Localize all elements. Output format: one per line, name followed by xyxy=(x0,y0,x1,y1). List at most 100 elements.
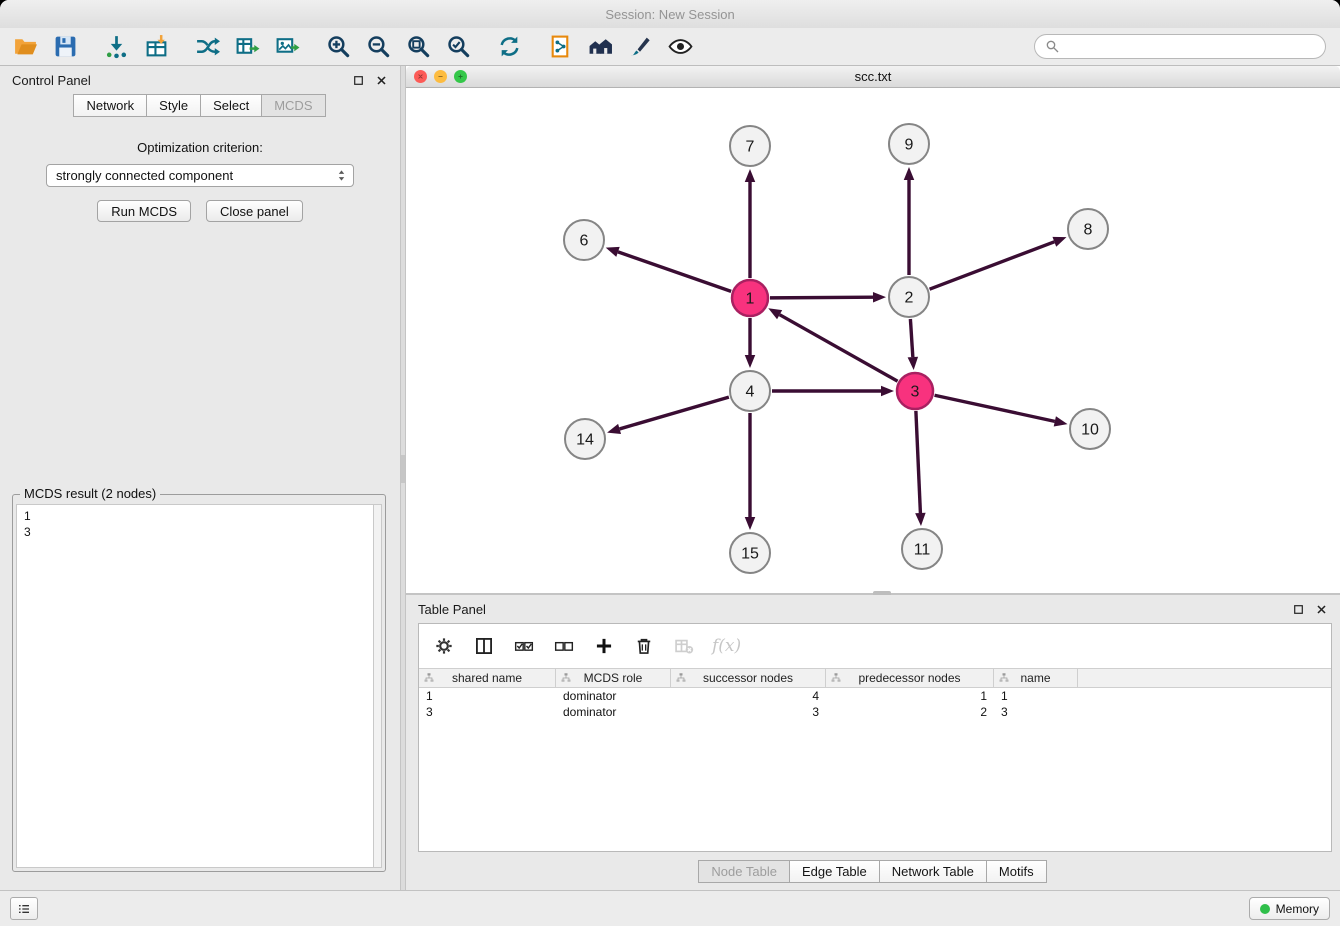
table-row[interactable]: 1dominator411 xyxy=(419,688,1331,704)
column-header-name[interactable]: name xyxy=(994,669,1078,687)
column-header-predecessor-nodes[interactable]: predecessor nodes xyxy=(826,669,994,687)
trash-button[interactable] xyxy=(632,634,656,658)
tab-select[interactable]: Select xyxy=(200,94,262,117)
hierarchy-icon xyxy=(423,672,435,684)
import-table-button[interactable] xyxy=(143,33,170,60)
task-history-button[interactable] xyxy=(10,897,38,920)
edge-arrow xyxy=(881,386,894,397)
export-image-button[interactable] xyxy=(274,33,301,60)
node-label-8: 8 xyxy=(1084,222,1093,239)
main-toolbar xyxy=(0,28,1340,66)
table-tabs: Node TableEdge TableNetwork TableMotifs xyxy=(406,860,1340,883)
zoom-fit-button[interactable] xyxy=(405,33,432,60)
clone-network-button[interactable] xyxy=(547,33,574,60)
open-folder-button[interactable] xyxy=(12,33,39,60)
search-input[interactable] xyxy=(1067,39,1315,54)
save-button[interactable] xyxy=(52,33,79,60)
edge-3-10[interactable] xyxy=(935,395,1055,421)
tab-network[interactable]: Network xyxy=(73,94,147,117)
network-canvas[interactable]: 7968124314101511 xyxy=(406,88,1340,593)
refresh-button[interactable] xyxy=(496,33,523,60)
export-network-button[interactable] xyxy=(234,33,261,60)
table-body: f(x) shared nameMCDS rolesuccessor nodes… xyxy=(418,623,1332,852)
edge-3-11[interactable] xyxy=(916,411,921,513)
splitter-handle[interactable] xyxy=(401,455,405,483)
tab-node-table[interactable]: Node Table xyxy=(698,860,790,883)
table-cell: 1 xyxy=(419,689,556,703)
hierarchy-icon xyxy=(675,672,687,684)
tab-style[interactable]: Style xyxy=(146,94,201,117)
node-label-14: 14 xyxy=(576,432,594,449)
import-network-icon xyxy=(104,34,129,59)
clear-selection-button[interactable] xyxy=(552,634,576,658)
optimization-label: Optimization criterion: xyxy=(0,140,400,155)
column-header-successor-nodes[interactable]: successor nodes xyxy=(671,669,826,687)
zoom-selected-button[interactable] xyxy=(445,33,472,60)
edge-3-1[interactable] xyxy=(780,315,898,381)
node-label-9: 9 xyxy=(905,137,914,154)
mcds-buttons-row: Run MCDS Close panel xyxy=(0,200,400,222)
edge-4-14[interactable] xyxy=(620,397,729,429)
edge-1-6[interactable] xyxy=(618,252,731,292)
edge-1-2[interactable] xyxy=(770,297,873,298)
result-scrollbar[interactable] xyxy=(373,504,382,868)
import-network-button[interactable] xyxy=(103,33,130,60)
toolbar-group xyxy=(103,33,170,60)
table-cell: dominator xyxy=(556,705,671,719)
close-icon xyxy=(375,74,388,87)
node-label-11: 11 xyxy=(914,542,931,559)
tab-motifs[interactable]: Motifs xyxy=(986,860,1047,883)
criterion-value: strongly connected component xyxy=(56,168,335,183)
tab-mcds[interactable]: MCDS xyxy=(261,94,325,117)
close-traffic-light-button[interactable] xyxy=(414,70,427,83)
edge-arrow xyxy=(745,169,756,182)
column-header-mcds-role[interactable]: MCDS role xyxy=(556,669,671,687)
gear-button[interactable] xyxy=(432,634,456,658)
search-icon xyxy=(1045,39,1061,55)
control-panel-float-button[interactable] xyxy=(352,74,365,87)
control-panel-close-button[interactable] xyxy=(375,74,388,87)
close-panel-button[interactable]: Close panel xyxy=(206,200,303,222)
shuffle-network-button[interactable] xyxy=(194,33,221,60)
node-label-4: 4 xyxy=(746,384,755,401)
run-mcds-button[interactable]: Run MCDS xyxy=(97,200,191,222)
select-all-button[interactable] xyxy=(512,634,536,658)
table-row[interactable]: 3dominator323 xyxy=(419,704,1331,720)
table-panel-close-button[interactable] xyxy=(1315,603,1328,616)
edge-2-8[interactable] xyxy=(930,242,1055,289)
node-label-3: 3 xyxy=(911,384,920,401)
column-header-label: MCDS role xyxy=(584,671,643,685)
import-table-icon xyxy=(144,34,169,59)
search-box[interactable] xyxy=(1034,34,1326,59)
table-panel-float-button[interactable] xyxy=(1292,603,1305,616)
node-label-1: 1 xyxy=(746,291,755,308)
zoom-in-button[interactable] xyxy=(325,33,352,60)
tab-edge-table[interactable]: Edge Table xyxy=(789,860,880,883)
float-icon xyxy=(1292,603,1305,616)
table-cell: 4 xyxy=(671,689,826,703)
home-button[interactable] xyxy=(587,33,614,60)
network-window: scc.txt 7968124314101511 xyxy=(406,66,1340,593)
zoom-out-button[interactable] xyxy=(365,33,392,60)
result-line: 3 xyxy=(24,524,366,540)
list-icon xyxy=(16,901,32,917)
memory-button[interactable]: Memory xyxy=(1249,897,1330,920)
clone-network-icon xyxy=(548,34,573,59)
columns-icon xyxy=(474,636,494,656)
column-header-shared-name[interactable]: shared name xyxy=(419,669,556,687)
zoom-selected-icon xyxy=(446,34,471,59)
zoom-fit-icon xyxy=(406,34,431,59)
criterion-select[interactable]: strongly connected component xyxy=(46,164,354,187)
minimize-traffic-light-button[interactable] xyxy=(434,70,447,83)
toolbar-group xyxy=(547,33,694,60)
zoom-traffic-light-button[interactable] xyxy=(454,70,467,83)
home-icon xyxy=(588,34,613,59)
add-row-button[interactable] xyxy=(592,634,616,658)
edge-arrow xyxy=(607,424,621,434)
edge-2-3[interactable] xyxy=(910,319,912,357)
table-cell: 2 xyxy=(826,705,994,719)
columns-button[interactable] xyxy=(472,634,496,658)
style-button[interactable] xyxy=(627,33,654,60)
eye-button[interactable] xyxy=(667,33,694,60)
tab-network-table[interactable]: Network Table xyxy=(879,860,987,883)
